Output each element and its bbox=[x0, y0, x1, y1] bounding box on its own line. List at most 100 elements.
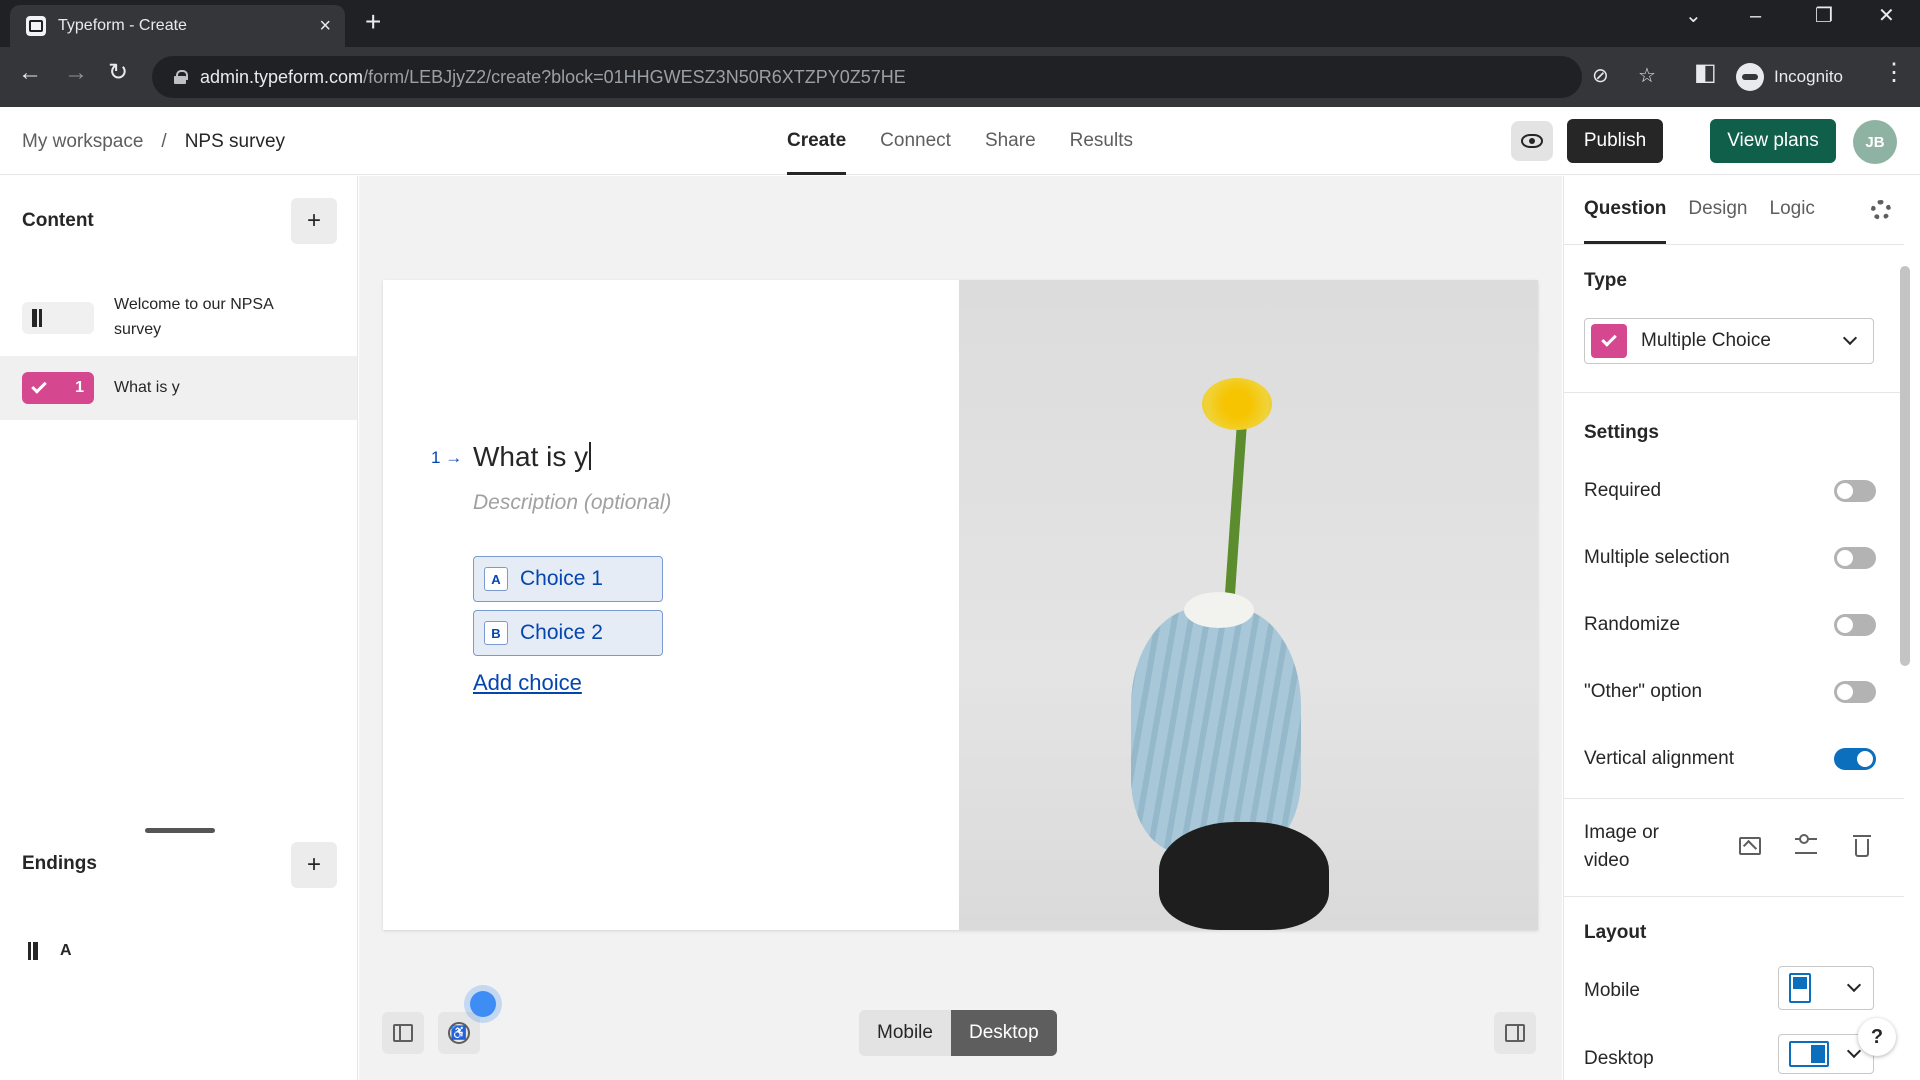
flower-head bbox=[1202, 378, 1272, 430]
tab-results[interactable]: Results bbox=[1070, 107, 1133, 175]
question-number-label: 1 → bbox=[431, 448, 463, 467]
toggle-left-panel-button[interactable] bbox=[382, 1012, 424, 1054]
lock-icon[interactable] bbox=[174, 70, 188, 84]
editor-canvas: 1 → What is y Description (optional) A C… bbox=[359, 176, 1562, 1080]
ending-screen-icon bbox=[28, 942, 38, 960]
sidebar-item-ending[interactable]: A bbox=[22, 934, 94, 968]
browser-menu-icon[interactable]: ⋮ bbox=[1882, 61, 1906, 85]
tracking-protection-eye-off-icon[interactable]: ⊘ bbox=[1592, 66, 1609, 86]
image-or-video-label: Image or video bbox=[1584, 822, 1659, 871]
incognito-label: Incognito bbox=[1774, 67, 1843, 86]
tab-create[interactable]: Create bbox=[787, 107, 847, 175]
view-plans-button[interactable]: View plans bbox=[1710, 119, 1836, 163]
layout-desktop-label: Desktop bbox=[1584, 1048, 1654, 1069]
tab-share[interactable]: Share bbox=[985, 107, 1036, 175]
divider bbox=[1564, 392, 1904, 393]
publish-button[interactable]: Publish bbox=[1567, 119, 1663, 163]
tab-logic[interactable]: Logic bbox=[1770, 176, 1815, 244]
close-window-icon[interactable]: ✕ bbox=[1878, 6, 1895, 26]
tab-connect[interactable]: Connect bbox=[880, 107, 951, 175]
incognito-icon bbox=[1736, 63, 1764, 91]
reload-icon[interactable]: ↻ bbox=[108, 61, 128, 85]
divider bbox=[1564, 798, 1904, 799]
avatar[interactable]: JB bbox=[1853, 120, 1897, 164]
vase-rim bbox=[1184, 592, 1254, 628]
desktop-view-button[interactable]: Desktop bbox=[950, 1010, 1057, 1056]
main-tabs: Create Connect Share Results bbox=[787, 107, 1133, 175]
accessibility-button[interactable]: ♿ bbox=[438, 1012, 480, 1054]
other-option-toggle[interactable] bbox=[1834, 681, 1876, 703]
image-settings-sliders-icon[interactable] bbox=[1794, 834, 1818, 858]
vertical-alignment-toggle[interactable] bbox=[1834, 748, 1876, 770]
vase-base bbox=[1159, 822, 1329, 930]
sidebar-item-label: Welcome to our NPSA survey bbox=[114, 296, 273, 338]
required-label: Required bbox=[1584, 480, 1662, 501]
url-path: /form/LEBJjyZ2/create?block=01HHGWESZ3N5… bbox=[363, 66, 906, 87]
sidebar-item-question-1[interactable]: 1 What is y bbox=[0, 356, 357, 420]
help-button[interactable]: ? bbox=[1858, 1018, 1896, 1056]
app-header: My workspace / NPS survey Create Connect… bbox=[0, 107, 1920, 175]
panel-left-icon bbox=[393, 1024, 413, 1042]
sidebar-item-welcome[interactable]: Welcome to our NPSA survey bbox=[0, 280, 357, 356]
add-image-icon[interactable] bbox=[1738, 834, 1762, 858]
question-type-select[interactable]: Multiple Choice bbox=[1584, 318, 1874, 364]
content-sidebar: Content + Welcome to our NPSA survey 1 W… bbox=[0, 176, 358, 1080]
breadcrumb-form-name[interactable]: NPS survey bbox=[185, 131, 285, 153]
divider bbox=[1564, 244, 1904, 245]
click-indicator bbox=[470, 991, 496, 1017]
close-tab-icon[interactable]: × bbox=[319, 16, 331, 36]
choice-a[interactable]: A Choice 1 bbox=[473, 556, 663, 602]
choice-key: B bbox=[484, 621, 508, 645]
address-bar[interactable]: admin.typeform.com /form/LEBJjyZ2/create… bbox=[152, 56, 1656, 98]
minimize-window-icon[interactable]: – bbox=[1750, 6, 1761, 26]
endings-heading: Endings bbox=[22, 853, 97, 874]
add-content-button[interactable]: + bbox=[291, 198, 337, 244]
browser-tab[interactable]: Typeform - Create × bbox=[10, 5, 345, 47]
add-choice-link[interactable]: Add choice bbox=[473, 670, 582, 696]
tab-search-chevron-icon[interactable]: ⌄ bbox=[1685, 6, 1702, 26]
check-icon bbox=[31, 378, 47, 394]
choice-label: Choice 1 bbox=[520, 567, 603, 590]
choice-label: Choice 2 bbox=[520, 621, 603, 644]
incognito-indicator[interactable]: Incognito bbox=[1736, 63, 1843, 91]
required-toggle[interactable] bbox=[1834, 480, 1876, 502]
gear-icon[interactable] bbox=[1871, 200, 1891, 220]
settings-scrollbar[interactable] bbox=[1900, 266, 1910, 666]
back-icon[interactable]: ← bbox=[18, 61, 42, 85]
desktop-layout-icon bbox=[1789, 1041, 1829, 1067]
typeform-favicon-icon bbox=[26, 16, 46, 36]
side-panel-icon[interactable]: ◧ bbox=[1694, 61, 1717, 85]
question-description-input[interactable]: Description (optional) bbox=[473, 491, 671, 515]
question-title-input[interactable]: What is y bbox=[473, 441, 592, 473]
delete-media-trash-icon[interactable] bbox=[1850, 834, 1874, 858]
multiple-choice-badge: 1 bbox=[22, 372, 94, 404]
ending-letter: A bbox=[60, 942, 72, 959]
multiple-selection-toggle[interactable] bbox=[1834, 547, 1876, 569]
multiple-choice-icon bbox=[1591, 324, 1627, 358]
chevron-down-icon bbox=[1842, 330, 1858, 346]
welcome-screen-badge bbox=[22, 302, 94, 334]
add-ending-button[interactable]: + bbox=[291, 842, 337, 888]
mobile-layout-icon bbox=[1789, 973, 1811, 1003]
new-tab-icon[interactable]: + bbox=[365, 8, 381, 36]
forward-icon[interactable]: → bbox=[64, 61, 88, 85]
tab-design[interactable]: Design bbox=[1688, 176, 1747, 244]
bookmark-star-icon[interactable]: ☆ bbox=[1638, 66, 1656, 86]
question-image[interactable] bbox=[959, 280, 1538, 930]
sidebar-item-label: What is y bbox=[114, 378, 180, 396]
toggle-right-panel-button[interactable] bbox=[1494, 1012, 1536, 1054]
section-resize-handle[interactable] bbox=[145, 828, 215, 833]
tab-question[interactable]: Question bbox=[1584, 176, 1667, 244]
breadcrumb-separator: / bbox=[161, 131, 167, 152]
breadcrumb-workspace[interactable]: My workspace bbox=[22, 131, 143, 153]
mobile-layout-select[interactable] bbox=[1778, 966, 1874, 1010]
chevron-down-icon bbox=[1846, 977, 1862, 993]
mobile-view-button[interactable]: Mobile bbox=[859, 1010, 951, 1056]
randomize-toggle[interactable] bbox=[1834, 614, 1876, 636]
choice-b[interactable]: B Choice 2 bbox=[473, 610, 663, 656]
restore-window-icon[interactable]: ❐ bbox=[1815, 6, 1833, 26]
breadcrumb: My workspace / NPS survey bbox=[22, 131, 285, 153]
panel-right-icon bbox=[1505, 1024, 1525, 1042]
browser-tab-strip: Typeform - Create × + ⌄ – ❐ ✕ bbox=[0, 0, 1920, 47]
preview-button[interactable] bbox=[1511, 121, 1553, 161]
